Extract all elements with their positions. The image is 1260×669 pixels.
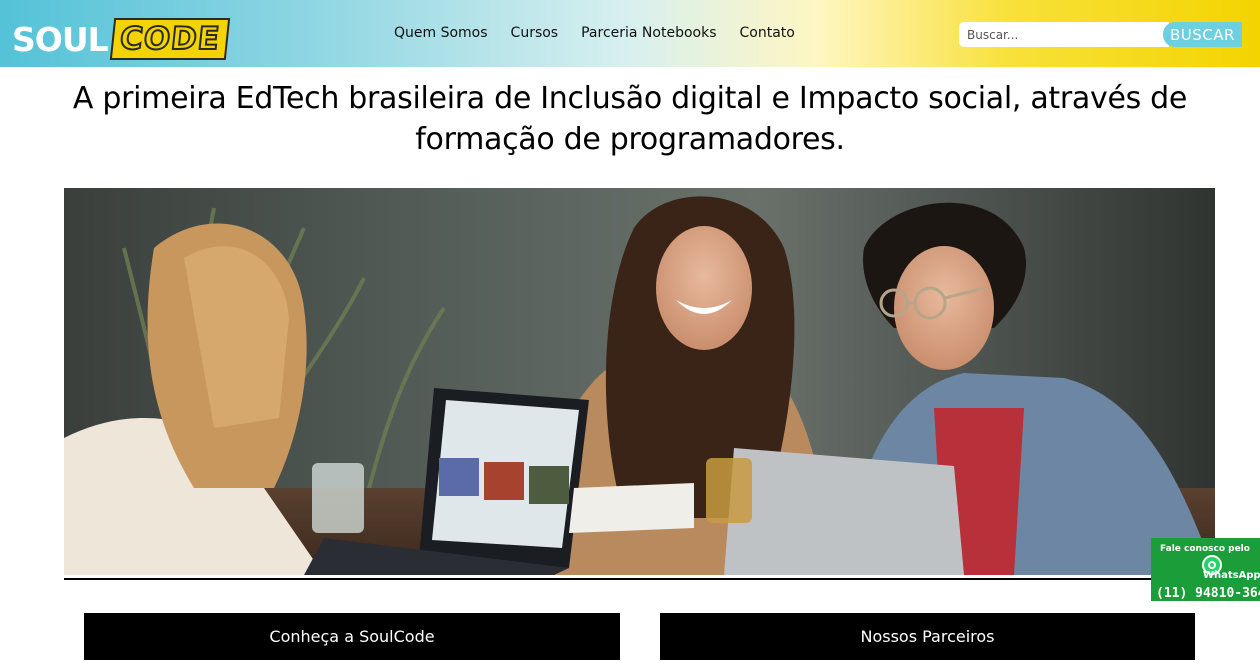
logo-code-text: CODE bbox=[109, 18, 230, 60]
section-divider bbox=[64, 578, 1215, 580]
whatsapp-cta-text: Fale conosco pelo bbox=[1160, 544, 1250, 554]
nossos-parceiros-button[interactable]: Nossos Parceiros bbox=[660, 613, 1195, 660]
nav-quem-somos[interactable]: Quem Somos bbox=[394, 24, 488, 42]
hero-image bbox=[64, 188, 1215, 575]
whatsapp-widget[interactable]: Fale conosco pelo WhatsApp (11) 94810-36… bbox=[1151, 538, 1260, 601]
nav-contato[interactable]: Contato bbox=[740, 24, 795, 42]
nav-parceria-notebooks[interactable]: Parceria Notebooks bbox=[581, 24, 716, 42]
whatsapp-phone: (11) 94810-364 bbox=[1156, 586, 1260, 601]
page-headline: A primeira EdTech brasileira de Inclusão… bbox=[72, 81, 1188, 157]
hero-photo-illustration bbox=[64, 188, 1215, 575]
main-nav: Quem Somos Cursos Parceria Notebooks Con… bbox=[394, 24, 818, 42]
search-button[interactable]: BUSCAR bbox=[1163, 22, 1242, 47]
logo-soul-text: SOUL bbox=[12, 19, 109, 59]
nav-cursos[interactable]: Cursos bbox=[511, 24, 559, 42]
search-input[interactable] bbox=[959, 22, 1169, 47]
site-header: SOUL CODE Quem Somos Cursos Parceria Not… bbox=[0, 0, 1260, 67]
conheca-soulcode-button[interactable]: Conheça a SoulCode bbox=[84, 613, 620, 660]
whatsapp-brand-text: WhatsApp bbox=[1203, 570, 1260, 581]
soulcode-logo[interactable]: SOUL CODE bbox=[12, 18, 230, 60]
search-form: BUSCAR bbox=[959, 22, 1242, 47]
